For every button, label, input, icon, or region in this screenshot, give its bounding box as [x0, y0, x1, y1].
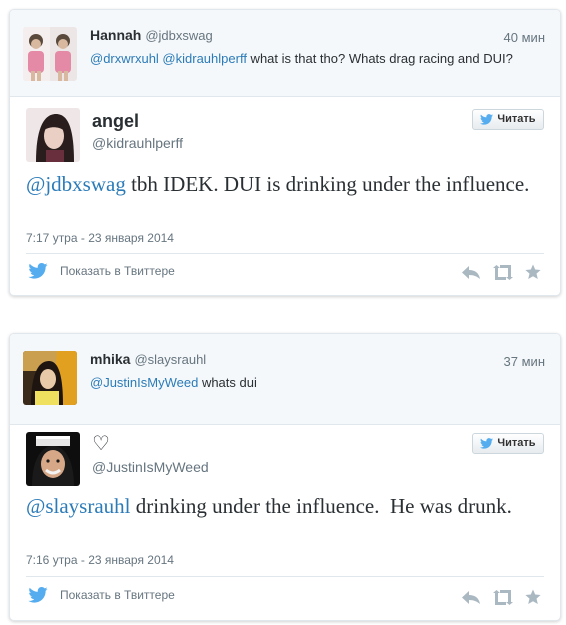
tweet-author-handle[interactable]: @JustinIsMyWeed	[92, 459, 209, 475]
reply-author-name[interactable]: Hannah	[90, 27, 141, 43]
reply-time[interactable]: 40 мин	[504, 30, 545, 45]
avatar[interactable]	[23, 351, 77, 405]
retweet-icon[interactable]	[493, 265, 514, 280]
embedded-tweet-card-2: mhika @slaysrauhl 37 мин @JustinIsMyWeed …	[9, 333, 561, 621]
divider	[26, 253, 544, 254]
follow-button[interactable]: Читать	[472, 433, 544, 454]
reply-text: @drxwrxuhl @kidrauhlperff what is that t…	[90, 51, 513, 66]
reply-author-handle[interactable]: @jdbxswag	[145, 28, 212, 43]
avatar[interactable]	[23, 27, 77, 81]
tweet-text: @jdbxswag tbh IDEK. DUI is drinking unde…	[26, 171, 546, 198]
reply-icon[interactable]	[462, 591, 480, 604]
favorite-star-icon[interactable]	[525, 589, 541, 605]
favorite-star-icon[interactable]	[525, 264, 541, 280]
reply-author[interactable]: Hannah @jdbxswag	[90, 27, 213, 43]
reply-text-body: whats dui	[198, 375, 257, 390]
divider	[26, 576, 544, 577]
tweet-author-handle[interactable]: @kidrauhlperff	[92, 135, 183, 151]
reply-icon[interactable]	[462, 266, 480, 279]
embedded-tweet-card-1: Hannah @jdbxswag 40 мин @drxwrxuhl @kidra…	[9, 9, 561, 296]
tweet-mention[interactable]: @slaysrauhl	[26, 494, 131, 518]
tweet-author-name[interactable]: ♡	[92, 431, 110, 456]
retweet-icon[interactable]	[493, 590, 514, 605]
tweet-timestamp[interactable]: 7:17 утра - 23 января 2014	[26, 231, 174, 245]
follow-label[interactable]: Читать	[497, 113, 535, 125]
tweet-text: @slaysrauhl drinking under the influence…	[26, 493, 546, 520]
in-reply-to-tweet: mhika @slaysrauhl 37 мин @JustinIsMyWeed …	[10, 334, 560, 425]
twitter-bird-icon	[480, 437, 494, 449]
view-on-twitter-link[interactable]: Показать в Твиттере	[60, 264, 175, 278]
view-on-twitter-link[interactable]: Показать в Твиттере	[60, 588, 175, 602]
avatar[interactable]	[26, 432, 80, 486]
reply-author-name[interactable]: mhika	[90, 351, 130, 367]
reply-text-body: what is that tho? Whats drag racing and …	[246, 51, 513, 66]
tweet-text-body: tbh IDEK. DUI is drinking under the infl…	[125, 172, 530, 196]
follow-button[interactable]: Читать	[472, 109, 544, 130]
reply-text: @JustinIsMyWeed whats dui	[90, 375, 257, 390]
tweet-timestamp[interactable]: 7:16 утра - 23 января 2014	[26, 553, 174, 567]
twitter-bird-icon[interactable]	[28, 587, 48, 603]
tweet-text-body: drinking under the influence. He was dru…	[130, 494, 512, 518]
tweet-mention[interactable]: @jdbxswag	[26, 172, 126, 196]
follow-label[interactable]: Читать	[497, 437, 535, 449]
reply-author-handle[interactable]: @slaysrauhl	[134, 352, 206, 367]
twitter-bird-icon[interactable]	[28, 263, 48, 279]
twitter-bird-icon	[480, 113, 494, 125]
reply-mentions[interactable]: @JustinIsMyWeed	[90, 375, 198, 390]
tweet-author-name[interactable]: angel	[92, 111, 139, 132]
in-reply-to-tweet: Hannah @jdbxswag 40 мин @drxwrxuhl @kidra…	[10, 10, 560, 97]
reply-author[interactable]: mhika @slaysrauhl	[90, 351, 206, 367]
reply-time[interactable]: 37 мин	[504, 354, 545, 369]
avatar[interactable]	[26, 108, 80, 162]
reply-mentions[interactable]: @drxwrxuhl @kidrauhlperff	[90, 51, 247, 66]
